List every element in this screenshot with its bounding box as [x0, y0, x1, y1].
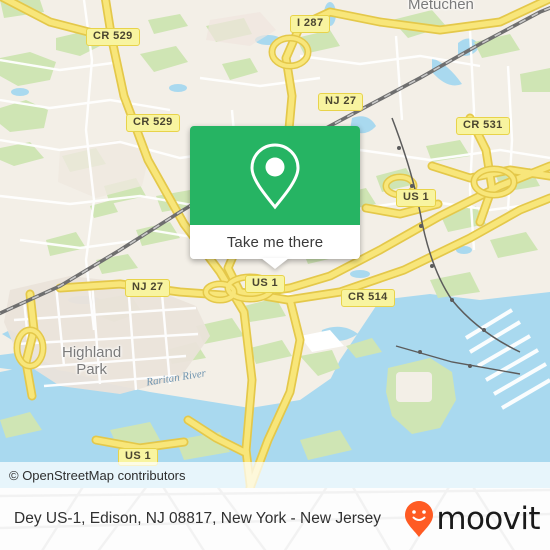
road-shield: US 1 — [245, 275, 286, 293]
callout-action-panel[interactable]: Take me there — [190, 225, 360, 269]
map-attribution-bar: © OpenStreetMap contributors — [0, 462, 550, 488]
road-shield: CR 529 — [126, 114, 180, 132]
callout-icon-panel — [190, 126, 360, 225]
osm-attribution-text[interactable]: © OpenStreetMap contributors — [0, 468, 186, 483]
moovit-smiley-pin-icon — [405, 501, 434, 537]
place-label: Metuchen — [408, 0, 474, 13]
map-canvas[interactable]: CR 529 I 287 NJ 27 CR 531 CR 529 US 1 NJ 27 US … — [0, 0, 550, 488]
location-callout-card[interactable]: Take me there — [190, 126, 360, 269]
road-shield: CR 529 — [86, 28, 140, 46]
road-shield: CR 531 — [456, 117, 510, 135]
road-shield: I 287 — [290, 15, 331, 33]
take-me-there-label: Take me there — [226, 233, 324, 251]
road-shield: NJ 27 — [318, 93, 364, 111]
road-shield: US 1 — [396, 189, 437, 207]
road-shield: NJ 27 — [125, 279, 171, 297]
location-title: Dey US-1, Edison, NJ 08817, New York - N… — [14, 510, 381, 527]
map-pin-icon — [250, 142, 300, 209]
road-shield: CR 514 — [341, 289, 395, 307]
footer-bar: Dey US-1, Edison, NJ 08817, New York - N… — [0, 488, 550, 550]
moovit-wordmark: moovit — [436, 500, 540, 537]
place-label: Highland Park — [62, 344, 122, 378]
callout-pointer — [261, 258, 289, 269]
moovit-brand-logo[interactable]: moovit — [404, 500, 541, 538]
map-screen: CR 529 I 287 NJ 27 CR 531 CR 529 US 1 NJ 27 US … — [0, 0, 550, 550]
